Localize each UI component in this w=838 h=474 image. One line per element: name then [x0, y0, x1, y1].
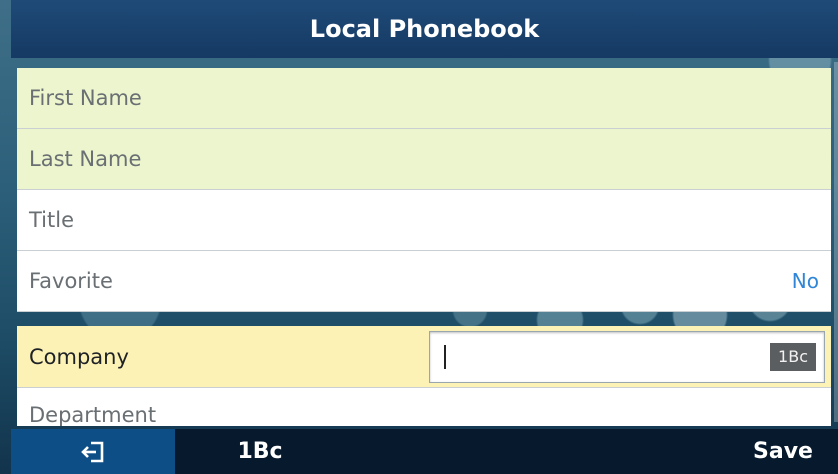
last-name-label: Last Name — [29, 147, 142, 171]
input-mode-softkey[interactable]: 1Bc — [175, 429, 345, 474]
department-field[interactable]: Department — [17, 388, 831, 426]
page-title: Local Phonebook — [11, 0, 838, 58]
save-softkey[interactable]: Save — [728, 429, 838, 474]
favorite-value: No — [791, 269, 819, 293]
contact-fields-list-continued: Company 1Bc Department — [17, 326, 831, 426]
input-mode-badge: 1Bc — [770, 342, 816, 371]
text-caret — [443, 344, 446, 369]
save-softkey-label: Save — [753, 439, 813, 464]
company-field[interactable]: Company 1Bc — [17, 326, 831, 388]
back-softkey[interactable] — [11, 429, 175, 474]
favorite-field[interactable]: Favorite No — [17, 251, 831, 312]
first-name-label: First Name — [29, 86, 142, 110]
last-name-field[interactable]: Last Name — [17, 129, 831, 190]
page-title-text: Local Phonebook — [309, 15, 540, 43]
back-icon — [81, 441, 104, 462]
company-label: Company — [29, 344, 129, 369]
department-label: Department — [29, 403, 157, 426]
first-name-field[interactable]: First Name — [17, 68, 831, 129]
input-mode-softkey-label: 1Bc — [237, 439, 283, 464]
empty-softkey — [345, 429, 728, 474]
scrollbar[interactable] — [834, 62, 838, 422]
title-label: Title — [29, 208, 75, 232]
favorite-label: Favorite — [29, 269, 113, 293]
softkey-bar: 1Bc Save — [11, 429, 838, 474]
title-field[interactable]: Title — [17, 190, 831, 251]
contact-fields-list: First Name Last Name Title Favorite No — [17, 68, 831, 312]
company-input[interactable]: 1Bc — [428, 330, 825, 383]
